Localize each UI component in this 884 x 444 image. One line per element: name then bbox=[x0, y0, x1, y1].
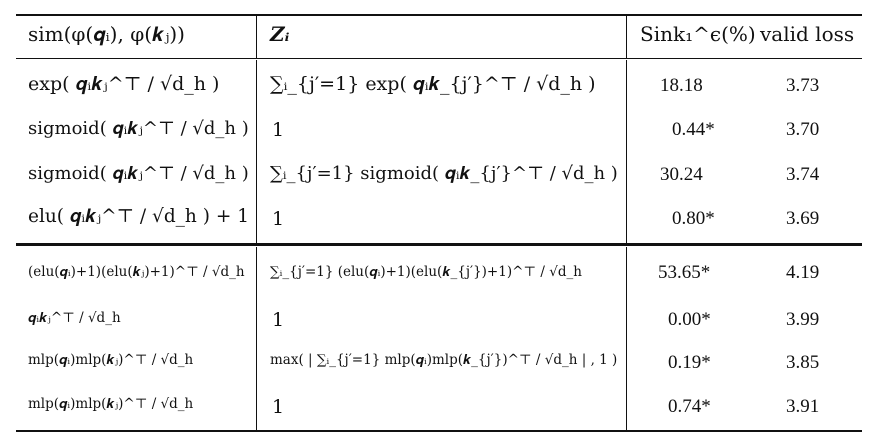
header-loss: valid loss bbox=[760, 22, 855, 46]
row-loss: 3.74 bbox=[786, 164, 820, 185]
row-sim: elu( 𝒒ᵢ𝒌ⱼ^⊤ / √d_h ) + 1 bbox=[28, 206, 249, 227]
row-z: max( | ∑ᵢ_{j′=1} mlp(𝒒ᵢ)mlp(𝒌_{j′})^⊤ / … bbox=[270, 352, 618, 368]
row-loss: 3.69 bbox=[786, 208, 820, 229]
row-sink: 0.19* bbox=[668, 352, 711, 373]
row-sink: 18.18 bbox=[660, 75, 703, 96]
row-sink: 0.74* bbox=[668, 396, 711, 417]
header-sink: Sink₁^ϵ(%) bbox=[640, 22, 756, 46]
row-sink: 0.00* bbox=[668, 309, 711, 330]
row-sim: (elu(𝒒ᵢ)+1)(elu(𝒌ⱼ)+1)^⊤ / √d_h bbox=[28, 264, 245, 280]
row-z: 1 bbox=[272, 309, 285, 331]
row-loss: 3.70 bbox=[786, 119, 820, 140]
group-separator-rule bbox=[16, 243, 862, 246]
row-sink: 0.44* bbox=[672, 119, 715, 140]
row-loss: 4.19 bbox=[786, 262, 820, 283]
row-z: 1 bbox=[272, 396, 285, 418]
col-separator-2 bbox=[626, 60, 627, 243]
row-z: 1 bbox=[272, 119, 285, 141]
row-sink: 0.80* bbox=[672, 208, 715, 229]
row-z: ∑ᵢ_{j′=1} (elu(𝒒ᵢ)+1)(elu(𝒌_{j′})+1)^⊤ /… bbox=[270, 264, 582, 280]
row-z: ∑ᵢ_{j′=1} exp( 𝒒ᵢ𝒌_{j′}^⊤ / √d_h ) bbox=[270, 73, 596, 95]
row-loss: 3.73 bbox=[786, 75, 820, 96]
results-table: sim(φ(𝒒ᵢ), φ(𝒌ⱼ)) 𝒁ᵢ Sink₁^ϵ(%) valid lo… bbox=[0, 0, 884, 444]
col-separator-2 bbox=[626, 247, 627, 430]
row-z: 1 bbox=[272, 208, 285, 230]
row-sim: mlp(𝒒ᵢ)mlp(𝒌ⱼ)^⊤ / √d_h bbox=[28, 396, 194, 412]
row-loss: 3.91 bbox=[786, 396, 820, 417]
row-sink: 30.24 bbox=[660, 164, 703, 185]
top-rule bbox=[16, 14, 862, 16]
col-separator-1 bbox=[256, 16, 257, 58]
row-sim: mlp(𝒒ᵢ)mlp(𝒌ⱼ)^⊤ / √d_h bbox=[28, 352, 194, 368]
row-loss: 3.99 bbox=[786, 309, 820, 330]
col-separator-2 bbox=[626, 16, 627, 58]
row-sink: 53.65* bbox=[658, 262, 711, 283]
row-z: ∑ᵢ_{j′=1} sigmoid( 𝒒ᵢ𝒌_{j′}^⊤ / √d_h ) bbox=[270, 163, 618, 184]
row-sim: exp( 𝒒ᵢ𝒌ⱼ^⊤ / √d_h ) bbox=[28, 73, 220, 95]
header-rule bbox=[16, 58, 862, 59]
row-sim: sigmoid( 𝒒ᵢ𝒌ⱼ^⊤ / √d_h ) bbox=[28, 163, 249, 184]
col-separator-1 bbox=[256, 60, 257, 243]
bottom-rule bbox=[16, 430, 862, 432]
col-separator-1 bbox=[256, 247, 257, 430]
header-sim: sim(φ(𝒒ᵢ), φ(𝒌ⱼ)) bbox=[28, 22, 185, 46]
row-sim: 𝒒ᵢ𝒌ⱼ^⊤ / √d_h bbox=[28, 310, 121, 326]
row-sim: sigmoid( 𝒒ᵢ𝒌ⱼ^⊤ / √d_h ) bbox=[28, 118, 249, 139]
header-z: 𝒁ᵢ bbox=[270, 22, 290, 46]
row-loss: 3.85 bbox=[786, 352, 820, 373]
